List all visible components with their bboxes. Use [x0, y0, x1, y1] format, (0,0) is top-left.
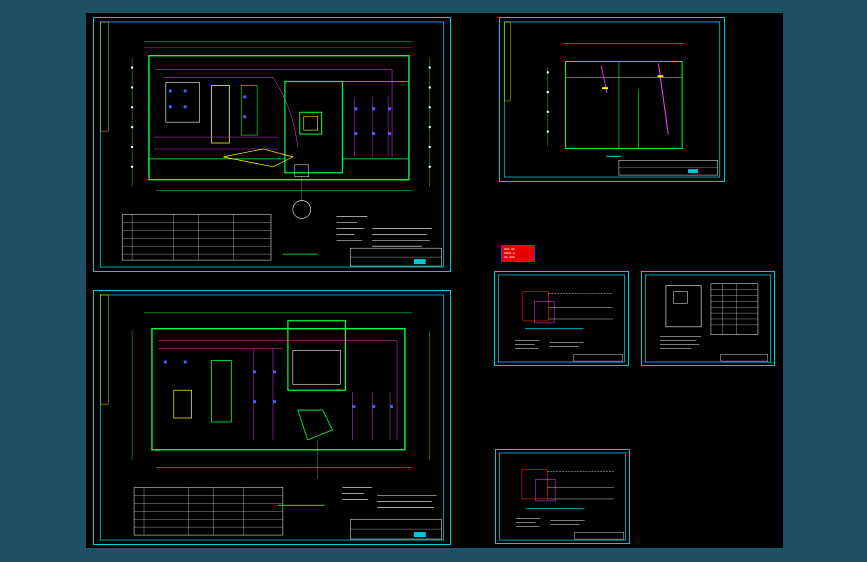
- sheet-riser-diagram[interactable]: [499, 17, 725, 182]
- legend-badge-lines: ▬▬▬ ▬▬ ▬▬▬▬ ▬ ▬▬ ▬▬▬: [504, 247, 515, 259]
- schematic-2-drawing: [644, 274, 772, 363]
- sheet-schematic-1[interactable]: [494, 271, 629, 366]
- floor-plan-2-drawing: [99, 294, 445, 541]
- legend-badge: ▬▬▬ ▬▬ ▬▬▬▬ ▬ ▬▬ ▬▬▬: [501, 245, 535, 262]
- cad-canvas[interactable]: ▬▬▬ ▬▬ ▬▬▬▬ ▬ ▬▬ ▬▬▬: [86, 13, 783, 548]
- schematic-3-drawing: [498, 452, 627, 541]
- sheet-floor-plan-1[interactable]: [93, 17, 451, 272]
- sheet-schematic-3[interactable]: [495, 449, 630, 544]
- sheet-floor-plan-2[interactable]: [93, 290, 451, 545]
- floor-plan-1-drawing: [99, 21, 445, 268]
- sheet-schematic-2[interactable]: [641, 271, 775, 366]
- schematic-1-drawing: [497, 274, 626, 363]
- riser-drawing: [503, 21, 721, 178]
